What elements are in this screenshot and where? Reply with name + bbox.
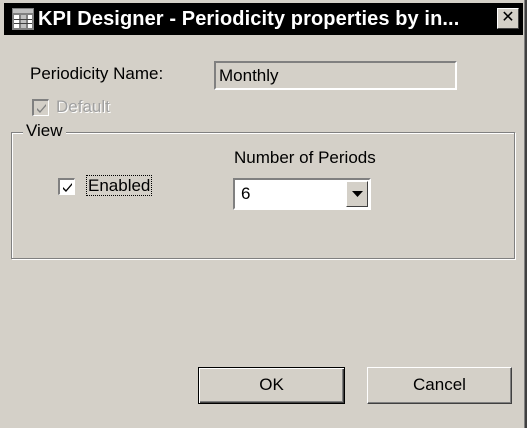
close-button[interactable]: ✕ [497,8,519,29]
checkmark-icon [63,183,72,192]
window-title: KPI Designer - Periodicity properties by… [38,8,460,30]
enabled-label-wrap: Enabled [86,175,153,196]
periodicity-name-label: Periodicity Name: [30,64,164,83]
view-group-legend: View [23,121,66,141]
number-of-periods-label: Number of Periods [234,148,376,167]
app-grid-icon [12,8,34,30]
close-icon[interactable]: ✕ [501,9,514,26]
number-of-periods-dropdown[interactable]: 6 [233,178,371,210]
checkmark-icon [37,104,46,113]
ok-button[interactable]: OK [198,367,345,404]
periodicity-name-field[interactable]: Monthly [214,61,457,90]
enabled-label[interactable]: Enabled [86,175,153,196]
ok-button-label: OK [259,375,284,394]
default-checkbox[interactable] [32,99,49,116]
number-of-periods-value: 6 [241,184,251,203]
title-bar[interactable]: KPI Designer - Periodicity properties by… [4,3,523,35]
periodicity-name-value: Monthly [219,66,279,85]
dialog-window: KPI Designer - Periodicity properties by… [0,0,527,428]
cancel-button-label: Cancel [413,375,466,394]
dropdown-arrow-button[interactable] [346,181,368,207]
chevron-down-icon [352,191,363,197]
default-label: Default [56,97,110,116]
enabled-checkbox[interactable] [58,178,75,195]
cancel-button[interactable]: Cancel [367,367,512,404]
